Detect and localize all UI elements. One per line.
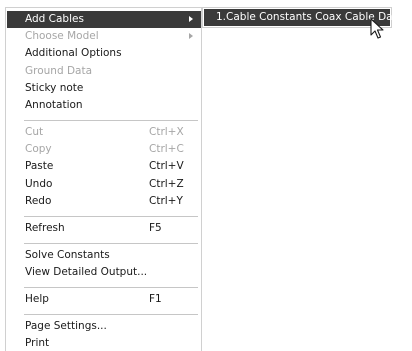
menu-item-label: Page Settings...	[25, 320, 107, 332]
menu-item-label: Undo	[25, 178, 53, 190]
menu-item-label: Print	[25, 337, 50, 349]
mouse-pointer-icon	[370, 18, 384, 39]
context-menu: Add Cables Choose Model Additional Optio…	[5, 7, 202, 351]
menu-item-redo[interactable]: Redo Ctrl+Y	[6, 193, 201, 210]
menu-item-label: Add Cables	[25, 13, 84, 25]
menu-item-copy[interactable]: Copy Ctrl+C	[6, 141, 201, 158]
menu-item-cut[interactable]: Cut Ctrl+X	[6, 124, 201, 141]
menu-item-label: Refresh	[25, 222, 65, 234]
menu-item-shortcut: F1	[149, 293, 162, 305]
menu-item-label: Paste	[25, 160, 54, 172]
menu-item-choose-model[interactable]: Choose Model	[6, 28, 201, 45]
menu-item-shortcut: Ctrl+C	[149, 143, 184, 155]
chevron-right-icon	[189, 33, 193, 39]
menu-item-label: Annotation	[25, 99, 83, 111]
menu-item-label: Cut	[25, 126, 44, 138]
menu-item-shortcut: Ctrl+X	[149, 126, 184, 138]
add-cables-submenu: 1.Cable Constants Coax Cable Data	[202, 7, 403, 28]
menu-item-shortcut: Ctrl+Z	[149, 178, 184, 190]
menu-separator	[24, 216, 198, 217]
menu-item-ground-data[interactable]: Ground Data	[6, 63, 201, 80]
menu-item-label: Ground Data	[25, 65, 93, 77]
chevron-right-icon	[189, 16, 193, 22]
menu-item-add-cables[interactable]: Add Cables	[7, 11, 201, 28]
menu-item-label: Redo	[25, 195, 52, 207]
menu-item-label: Copy	[25, 143, 52, 155]
menu-item-label: View Detailed Output...	[25, 266, 148, 278]
menu-item-annotation[interactable]: Annotation	[6, 97, 201, 114]
menu-item-label: Sticky note	[25, 82, 84, 94]
menu-item-label: Choose Model	[25, 30, 99, 42]
menu-item-label: Help	[25, 293, 49, 305]
menu-item-refresh[interactable]: Refresh F5	[6, 220, 201, 237]
submenu-item-cable-constants-coax[interactable]: 1.Cable Constants Coax Cable Data	[204, 9, 403, 26]
menu-item-solve-constants[interactable]: Solve Constants	[6, 247, 201, 264]
menu-item-shortcut: F5	[149, 222, 162, 234]
menu-separator	[24, 120, 198, 121]
menu-item-additional-options[interactable]: Additional Options	[6, 45, 201, 62]
menu-item-view-detailed-output[interactable]: View Detailed Output...	[6, 264, 201, 281]
menu-item-page-settings[interactable]: Page Settings...	[6, 318, 201, 335]
screen: Add Cables Choose Model Additional Optio…	[0, 0, 412, 351]
menu-item-shortcut: Ctrl+V	[149, 160, 184, 172]
menu-item-help[interactable]: Help F1	[6, 291, 201, 308]
menu-item-paste[interactable]: Paste Ctrl+V	[6, 158, 201, 175]
menu-item-label: Solve Constants	[25, 249, 110, 261]
menu-item-label: Additional Options	[25, 47, 122, 59]
menu-item-undo[interactable]: Undo Ctrl+Z	[6, 176, 201, 193]
menu-separator	[24, 314, 198, 315]
menu-item-print[interactable]: Print	[6, 335, 201, 351]
menu-separator	[24, 243, 198, 244]
menu-item-sticky-note[interactable]: Sticky note	[6, 80, 201, 97]
menu-separator	[24, 287, 198, 288]
menu-item-shortcut: Ctrl+Y	[149, 195, 183, 207]
